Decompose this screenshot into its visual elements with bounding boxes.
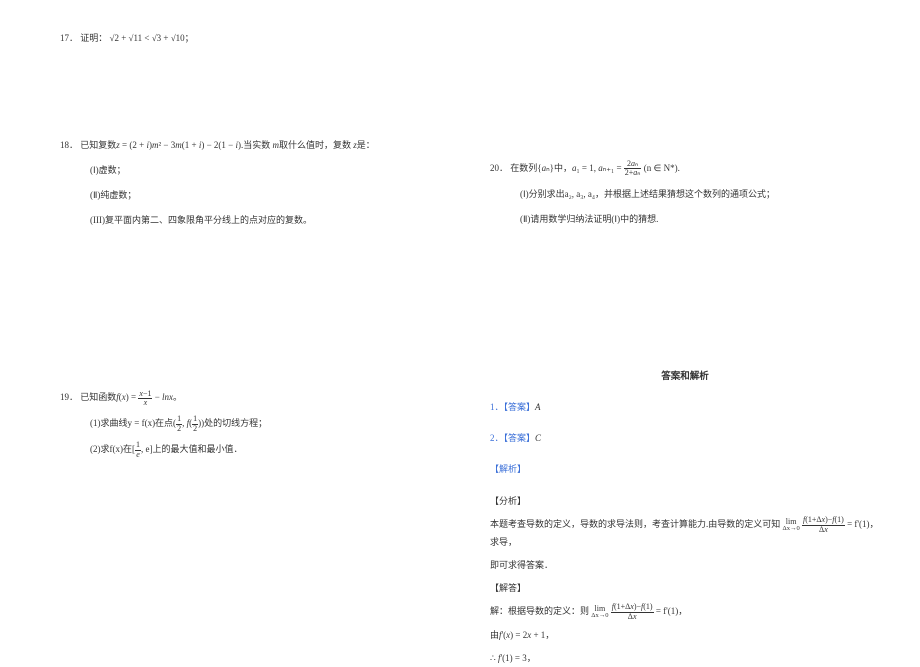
answer-1-value: A — [535, 402, 541, 412]
q20-text: 在数列{aₙ}中，a₁ = 1, aₙ₊₁ = — [510, 163, 624, 173]
jd-label: 【解答】 — [490, 580, 880, 597]
q17-number: 17． — [60, 33, 78, 43]
q20-number: 20． — [490, 163, 508, 173]
q19-text-prefix: 已知函数 — [80, 392, 116, 402]
q20-suffix: (n ∈ N*). — [644, 163, 680, 173]
q19-fx: f — [116, 392, 119, 402]
problem-20: 20． 在数列{aₙ}中，a₁ = 1, aₙ₊₁ = 2aₙ2+aₙ (n ∈… — [490, 160, 880, 228]
q19-frac1: x−1x — [138, 390, 152, 408]
q17-formula: √2 + √11 < √3 + √10； — [110, 33, 194, 43]
analysis-label: 【解析】 — [490, 464, 526, 474]
q18-sub2: (Ⅱ)纯虚数； — [90, 187, 430, 204]
fx-label: 【分析】 — [490, 493, 880, 510]
q18-sub1: (Ⅰ)虚数； — [90, 162, 430, 179]
q18-number: 18． — [60, 140, 78, 150]
analysis-label-line: 【解析】 — [490, 462, 880, 475]
answers-header: 答案和解析 — [490, 368, 880, 382]
q19-number: 19． — [60, 392, 78, 402]
analysis-line4: 由f'(x) = 2x + 1， — [490, 627, 880, 644]
problem-17: 17． 证明： √2 + √11 < √3 + √10； — [60, 30, 430, 47]
q18-text: 已知复数z = (2 + i)m² − 3m(1 + i) − 2(1 − i)… — [80, 140, 375, 150]
answer-2: 2．【答案】C — [490, 431, 880, 444]
answer-2-label: 2．【答案】 — [490, 433, 535, 443]
q19-sub2: (2)求f(x)在[1e, e]上的最大值和最小值． — [90, 441, 430, 459]
analysis-line2: 即可求得答案． — [490, 557, 880, 574]
q18-sub3: (III)复平面内第二、四象限角平分线上的点对应的复数。 — [90, 212, 430, 229]
lim-expr-1: limΔx→0 — [783, 518, 800, 533]
lim-frac-2: f(1+Δx)−f(1)Δx — [611, 603, 654, 621]
analysis-line5: ∴ f'(1) = 3， — [490, 650, 880, 667]
q20-frac: 2aₙ2+aₙ — [624, 160, 642, 178]
answer-1-label: 1．【答案】 — [490, 402, 535, 412]
answer-2-value: C — [535, 433, 541, 443]
answer-1: 1．【答案】A — [490, 400, 880, 413]
problem-19: 19． 已知函数f(x) = x−1x − lnx。 (1)求曲线y = f(x… — [60, 389, 430, 458]
analysis-block: 【分析】 本题考查导数的定义，导数的求导法则，考查计算能力.由导数的定义可知 l… — [490, 493, 880, 667]
q17-text: 证明： — [80, 33, 107, 43]
lim-expr-2: limΔx→0 — [591, 605, 608, 620]
analysis-line3: 解：根据导数的定义：则 limΔx→0 f(1+Δx)−f(1)Δx = f'(… — [490, 603, 880, 621]
q19-frac-half1: 12 — [176, 415, 182, 433]
analysis-line1: 本题考查导数的定义，导数的求导法则，考查计算能力.由导数的定义可知 limΔx→… — [490, 516, 880, 551]
lim-frac-1: f(1+Δx)−f(1)Δx — [802, 516, 845, 534]
problem-18: 18． 已知复数z = (2 + i)m² − 3m(1 + i) − 2(1 … — [60, 137, 430, 229]
q19-sub1: (1)求曲线y = f(x)在点(12, f(12))处的切线方程； — [90, 415, 430, 433]
q20-sub1: (Ⅰ)分别求出a₂, a₃, a₄，并根据上述结果猜想这个数列的通项公式； — [520, 186, 880, 203]
q20-sub2: (Ⅱ)请用数学归纳法证明(Ⅰ)中的猜想. — [520, 211, 880, 228]
